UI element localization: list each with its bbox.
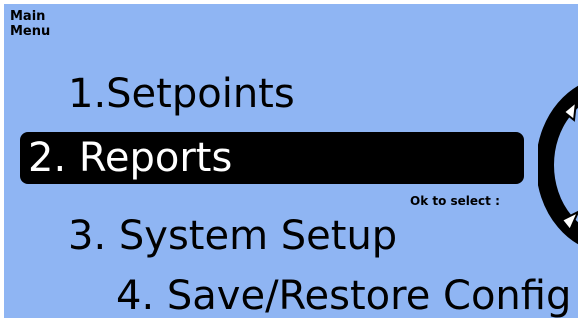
menu-title-line-1: Main: [10, 9, 46, 24]
menu-item-reports[interactable]: 2. Reports: [20, 132, 524, 184]
menu-title-line-2: Menu: [10, 24, 51, 39]
lcd-screen: Main Menu 1.Setpoints 2. Reports 3. Syst…: [4, 4, 578, 318]
menu-title: Main Menu: [10, 9, 70, 39]
menu-item-system-setup[interactable]: 3. System Setup: [68, 212, 397, 260]
menu-item-setpoints[interactable]: 1.Setpoints: [68, 70, 295, 118]
navigation-dial-icon[interactable]: [538, 80, 578, 250]
ok-to-select-hint: Ok to select :: [410, 194, 500, 208]
menu-item-save-restore-config[interactable]: 4. Save/Restore Config: [116, 272, 571, 318]
